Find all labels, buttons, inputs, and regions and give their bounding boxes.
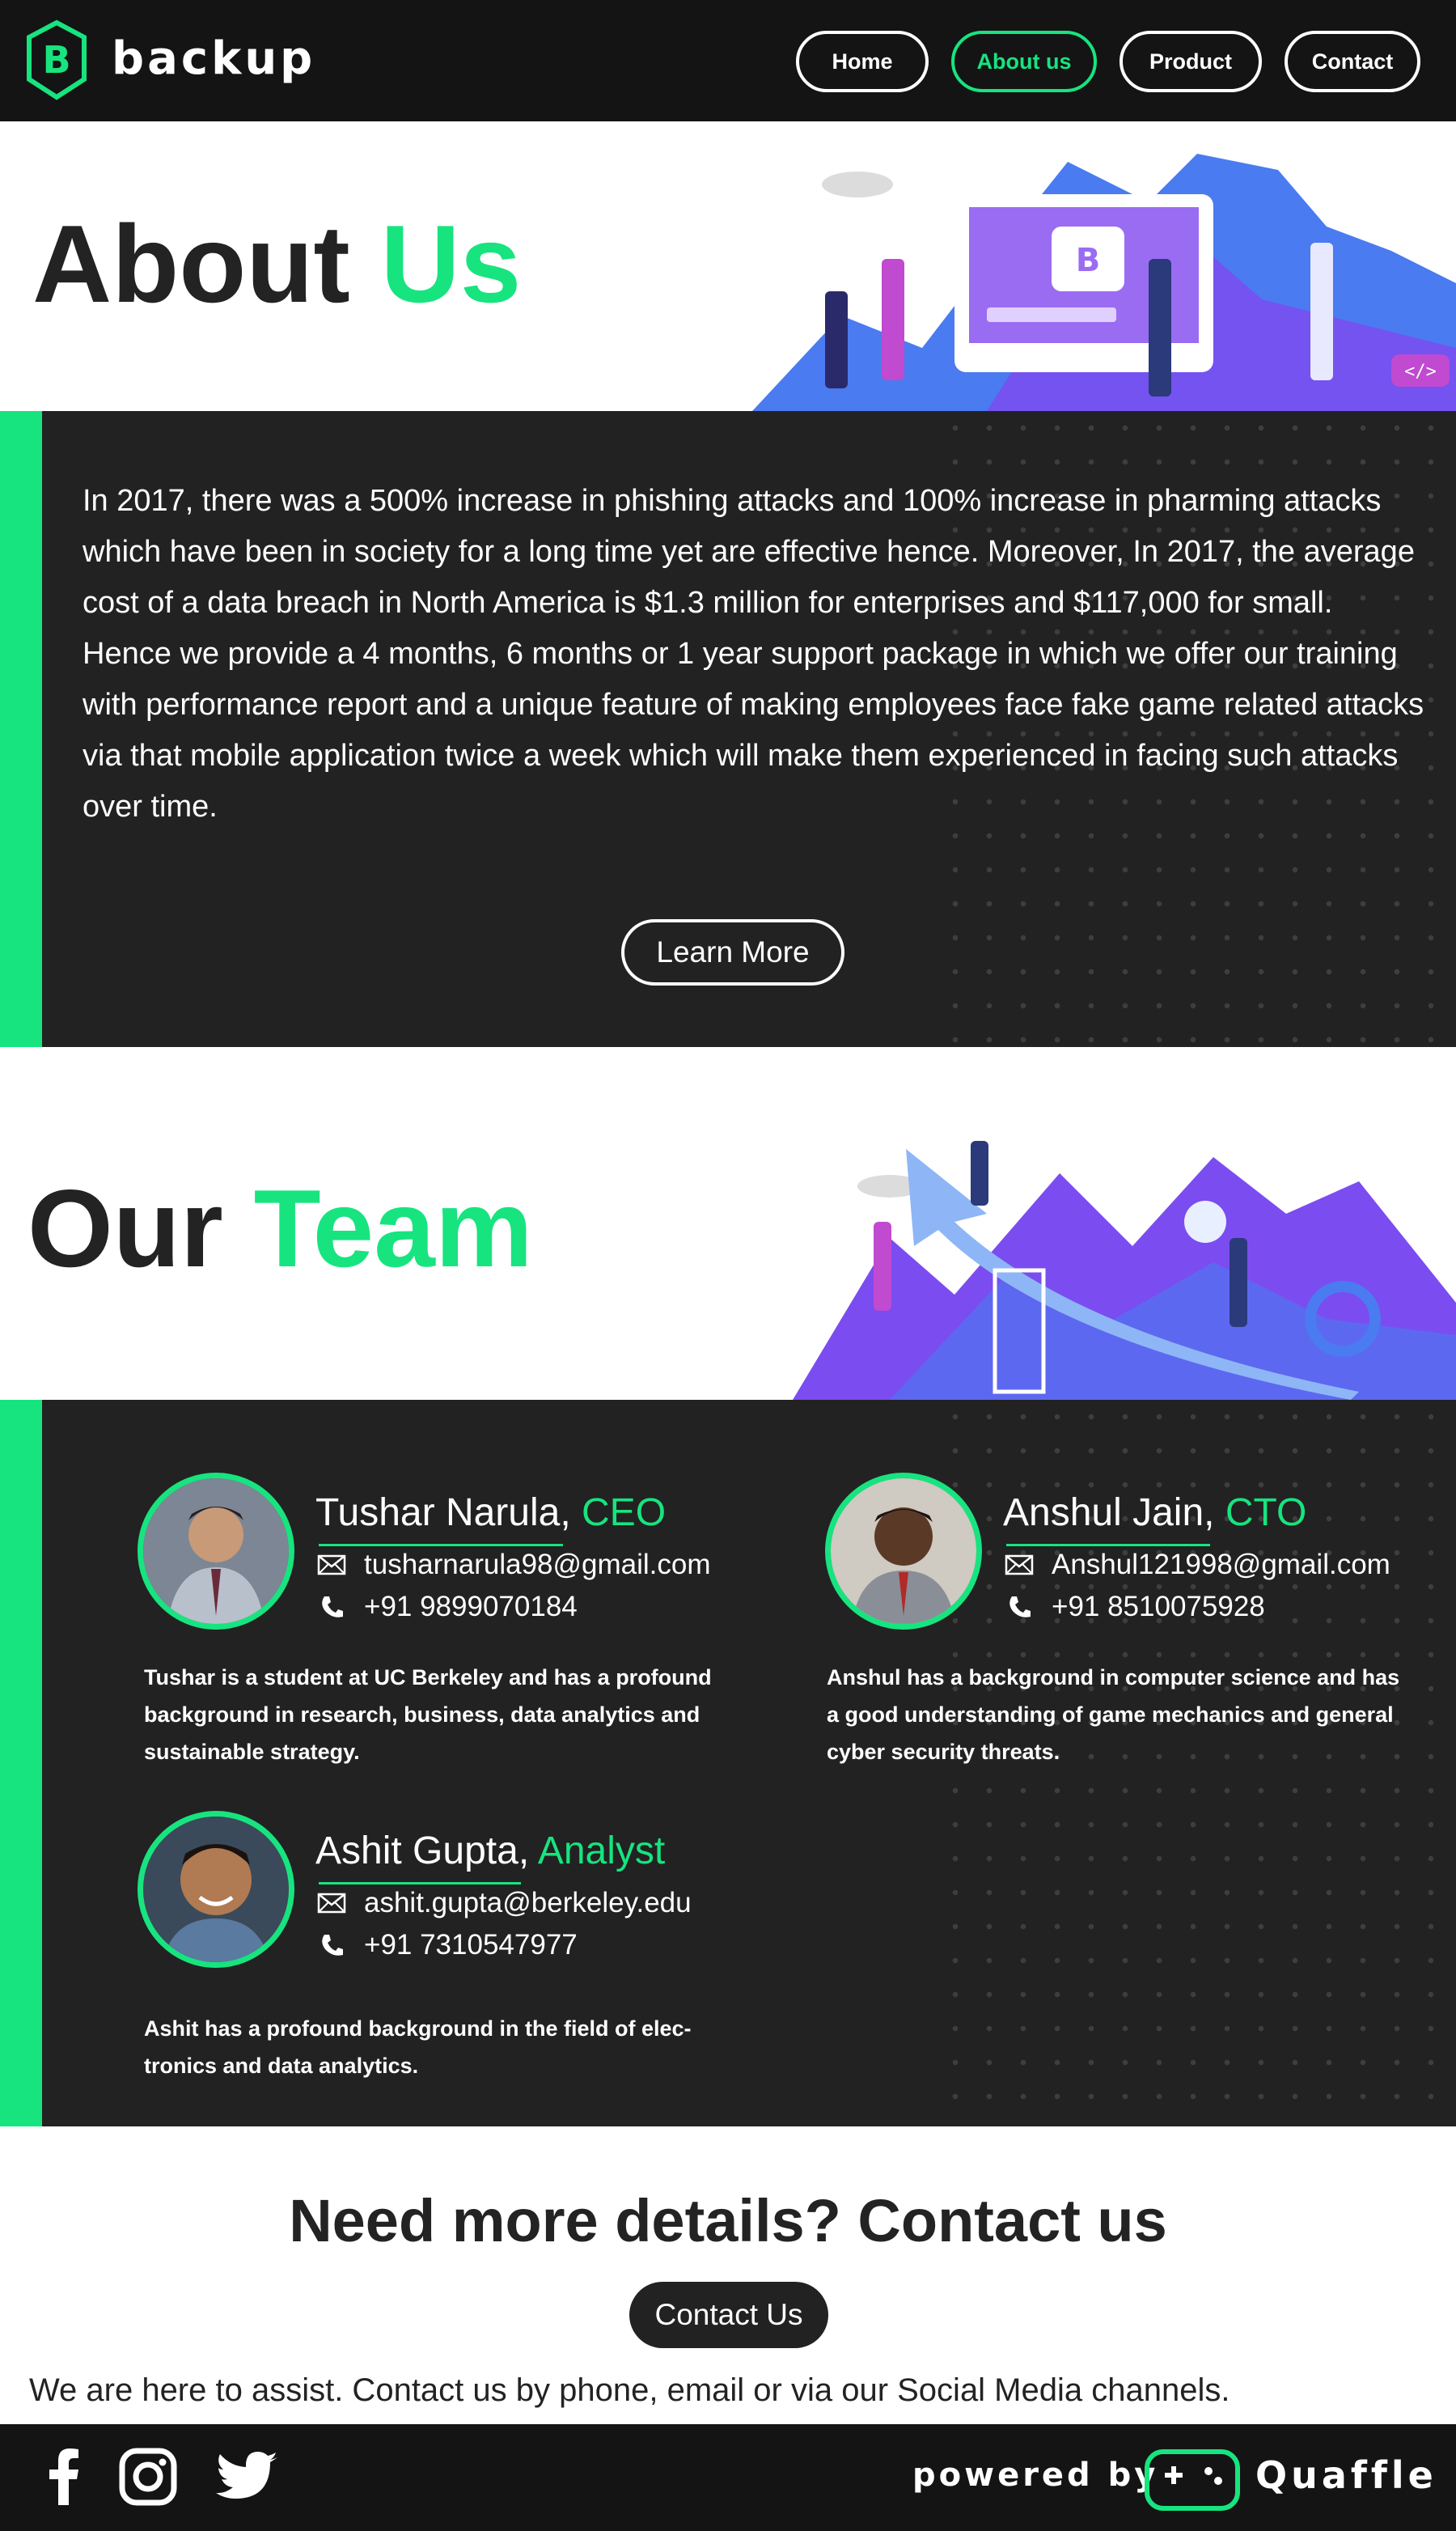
phone-icon — [1003, 1595, 1035, 1619]
about-illustration: B </> — [752, 154, 1456, 411]
nav-contact-button[interactable]: Contact — [1285, 31, 1420, 92]
team-title: Our Team — [28, 1165, 533, 1291]
about-title: About Us — [32, 201, 521, 327]
envelope-icon — [1003, 1553, 1035, 1577]
accent-bar — [0, 411, 42, 1047]
name-underline — [319, 1882, 521, 1884]
phone-row: +91 9899070184 — [315, 1591, 578, 1623]
about-text: In 2017, there was a 500% increase in ph… — [83, 476, 1433, 833]
contact-us-button[interactable]: Contact Us — [629, 2282, 828, 2348]
email-row: ashit.gupta@berkeley.edu — [315, 1887, 692, 1919]
svg-text:</>: </> — [1404, 362, 1437, 382]
member-email-link[interactable]: Anshul121998@gmail.com — [1052, 1549, 1390, 1581]
person-photo-icon — [831, 1478, 976, 1624]
name-underline — [1006, 1544, 1210, 1546]
gamepad-icon[interactable] — [1144, 2448, 1241, 2512]
member-name-text: Anshul Jain — [1003, 1491, 1204, 1534]
team-illustration — [793, 1141, 1456, 1400]
envelope-icon — [315, 1891, 348, 1915]
member-bio: Anshul has a background in computer scie… — [827, 1665, 1400, 1764]
name-separator: , — [518, 1829, 538, 1872]
member-name: Ashit Gupta, Analyst — [315, 1829, 665, 1873]
person-photo-icon — [143, 1817, 289, 1962]
member-role: CTO — [1225, 1491, 1307, 1534]
team-section: Tushar Narula, CEO tusharnarula98@gmail.… — [0, 1400, 1456, 2126]
avatar — [138, 1473, 294, 1630]
instagram-icon[interactable] — [113, 2442, 183, 2512]
partner-name[interactable]: Quaffle — [1255, 2453, 1437, 2497]
envelope-icon — [315, 1553, 348, 1577]
person-photo-icon — [143, 1478, 289, 1624]
member-bio: Ashit has a profound background in the f… — [144, 2016, 692, 2078]
nav-about-button[interactable]: About us — [951, 31, 1097, 92]
member-phone-link[interactable]: +91 8510075928 — [1052, 1591, 1265, 1623]
site-footer: powered by Quaffle — [0, 2424, 1456, 2531]
brand-name[interactable]: backup — [112, 32, 315, 85]
member-phone-link[interactable]: +91 9899070184 — [364, 1591, 578, 1623]
contact-heading: Need more details? Contact us — [289, 2187, 1167, 2254]
accent-bar — [0, 1400, 42, 2126]
avatar — [138, 1811, 294, 1968]
member-phone-link[interactable]: +91 7310547977 — [364, 1929, 578, 1961]
assist-text: We are here to assist. Contact us by pho… — [29, 2372, 1230, 2408]
name-separator: , — [1204, 1491, 1225, 1534]
team-title-main: Our — [28, 1167, 223, 1290]
team-title-accent: Team — [253, 1167, 533, 1290]
twitter-icon[interactable] — [212, 2442, 281, 2512]
svg-text:B: B — [1076, 242, 1101, 279]
nav-product-button[interactable]: Product — [1120, 31, 1262, 92]
member-role: CEO — [582, 1491, 667, 1534]
learn-more-button[interactable]: Learn More — [621, 919, 844, 986]
svg-text:B: B — [42, 38, 70, 82]
about-paragraph-2: Hence we provide a 4 months, 6 months or… — [83, 637, 1424, 824]
member-email-link[interactable]: tusharnarula98@gmail.com — [364, 1549, 711, 1581]
member-name-text: Tushar Narula — [315, 1491, 561, 1534]
member-bio: Tushar is a student at UC Berkeley and h… — [144, 1665, 712, 1764]
phone-icon — [315, 1933, 348, 1957]
member-name: Anshul Jain, CTO — [1003, 1490, 1306, 1535]
about-section: In 2017, there was a 500% increase in ph… — [0, 411, 1456, 1047]
name-separator: , — [560, 1491, 582, 1534]
about-title-main: About — [32, 202, 350, 325]
backup-logo-icon[interactable]: B — [24, 19, 89, 100]
name-underline — [319, 1544, 563, 1546]
member-name-text: Ashit Gupta — [315, 1829, 518, 1872]
about-paragraph-1: In 2017, there was a 500% increase in ph… — [83, 484, 1415, 620]
powered-by-label: powered by — [912, 2457, 1159, 2494]
phone-row: +91 8510075928 — [1003, 1591, 1265, 1623]
phone-icon — [315, 1595, 348, 1619]
email-row: tusharnarula98@gmail.com — [315, 1549, 711, 1581]
email-row: Anshul121998@gmail.com — [1003, 1549, 1390, 1581]
facebook-icon[interactable] — [29, 2442, 99, 2512]
avatar — [825, 1473, 982, 1630]
member-role: Analyst — [537, 1829, 666, 1872]
member-email-link[interactable]: ashit.gupta@berkeley.edu — [364, 1887, 692, 1919]
phone-row: +91 7310547977 — [315, 1929, 578, 1961]
member-name: Tushar Narula, CEO — [315, 1490, 666, 1535]
site-header: B backup Home About us Product Contact — [0, 0, 1456, 121]
about-title-accent: Us — [380, 202, 522, 325]
nav-home-button[interactable]: Home — [796, 31, 929, 92]
